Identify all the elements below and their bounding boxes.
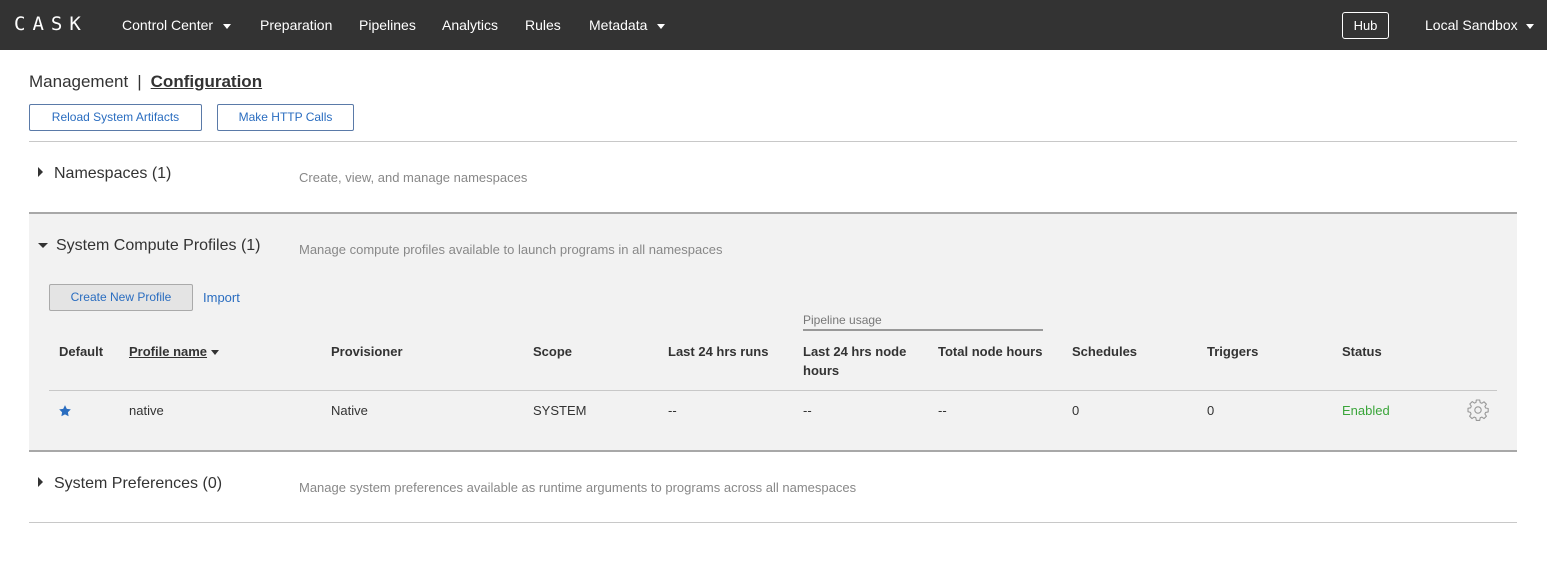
caret-down-icon xyxy=(38,243,48,248)
breadcrumb-separator: | xyxy=(137,72,142,91)
column-status: Status xyxy=(1342,344,1382,359)
chevron-down-icon xyxy=(223,23,232,29)
nav-label: Control Center xyxy=(122,17,214,33)
nav-pipelines[interactable]: Pipelines xyxy=(359,17,416,33)
column-provisioner: Provisioner xyxy=(331,344,403,359)
hub-button[interactable]: Hub xyxy=(1342,12,1389,39)
column-triggers: Triggers xyxy=(1207,344,1259,359)
namespaces-section-toggle[interactable]: Namespaces (1) xyxy=(38,165,171,183)
sort-desc-icon xyxy=(211,350,220,356)
schedules-cell: 0 xyxy=(1072,403,1080,418)
column-scope: Scope xyxy=(533,344,573,359)
top-navbar: CASK Control Center Preparation Pipeline… xyxy=(0,0,1547,50)
column-total-node-hours: Total node hours xyxy=(938,344,1043,359)
nav-analytics[interactable]: Analytics xyxy=(442,17,498,33)
column-schedules: Schedules xyxy=(1072,344,1138,359)
scope-cell: SYSTEM xyxy=(533,403,587,418)
default-star-icon[interactable] xyxy=(58,404,72,418)
triggers-cell: 0 xyxy=(1207,403,1215,418)
gear-icon[interactable] xyxy=(1466,398,1490,422)
nav-preparation[interactable]: Preparation xyxy=(260,17,332,33)
nav-rules[interactable]: Rules xyxy=(525,17,561,33)
profile-name-label: Profile name xyxy=(129,344,208,359)
divider xyxy=(29,141,1517,142)
sandbox-dropdown[interactable]: Local Sandbox xyxy=(1425,17,1534,33)
preferences-section-toggle[interactable]: System Preferences (0) xyxy=(38,475,222,493)
nav-control-center[interactable]: Control Center xyxy=(122,17,232,33)
column-last-24-runs: Last 24 hrs runs xyxy=(668,344,769,359)
pipeline-usage-underline xyxy=(803,329,1043,331)
caret-right-icon xyxy=(38,477,43,487)
last-24-node-hours-cell: -- xyxy=(803,403,812,418)
sandbox-label: Local Sandbox xyxy=(1425,17,1518,33)
namespaces-title: Namespaces (1) xyxy=(54,165,172,182)
compute-profiles-section-toggle[interactable]: System Compute Profiles (1) xyxy=(38,237,261,255)
namespaces-description: Create, view, and manage namespaces xyxy=(299,170,528,185)
preferences-description: Manage system preferences available as r… xyxy=(299,480,857,495)
divider xyxy=(29,212,1517,214)
last-24-runs-cell: -- xyxy=(668,403,677,418)
column-profile-name[interactable]: Profile name xyxy=(129,342,220,361)
reload-system-artifacts-button[interactable]: Reload System Artifacts xyxy=(29,104,202,131)
compute-profiles-title: System Compute Profiles (1) xyxy=(56,237,261,254)
create-new-profile-button[interactable]: Create New Profile xyxy=(49,284,193,311)
import-link[interactable]: Import xyxy=(203,290,240,305)
column-last-24-node-hours: Last 24 hrs node hours xyxy=(803,344,907,378)
caret-right-icon xyxy=(38,167,43,177)
breadcrumb: Management | Configuration xyxy=(29,72,262,92)
divider xyxy=(29,522,1517,523)
chevron-down-icon xyxy=(1525,23,1534,29)
cask-logo[interactable]: CASK xyxy=(14,13,88,35)
breadcrumb-configuration[interactable]: Configuration xyxy=(151,72,262,91)
preferences-title: System Preferences (0) xyxy=(54,475,223,492)
pipeline-usage-header: Pipeline usage xyxy=(803,313,882,327)
nav-metadata[interactable]: Metadata xyxy=(589,17,666,33)
column-default: Default xyxy=(59,344,104,359)
make-http-calls-button[interactable]: Make HTTP Calls xyxy=(217,104,354,131)
divider xyxy=(29,450,1517,452)
table-row-divider xyxy=(49,390,1497,391)
nav-label: Metadata xyxy=(589,17,648,33)
breadcrumb-management[interactable]: Management xyxy=(29,72,128,91)
compute-profiles-description: Manage compute profiles available to lau… xyxy=(299,242,723,257)
provisioner-cell: Native xyxy=(331,403,368,418)
profile-name-cell[interactable]: native xyxy=(129,403,164,418)
total-node-hours-cell: -- xyxy=(938,403,947,418)
status-badge: Enabled xyxy=(1342,403,1390,418)
chevron-down-icon xyxy=(657,23,666,29)
